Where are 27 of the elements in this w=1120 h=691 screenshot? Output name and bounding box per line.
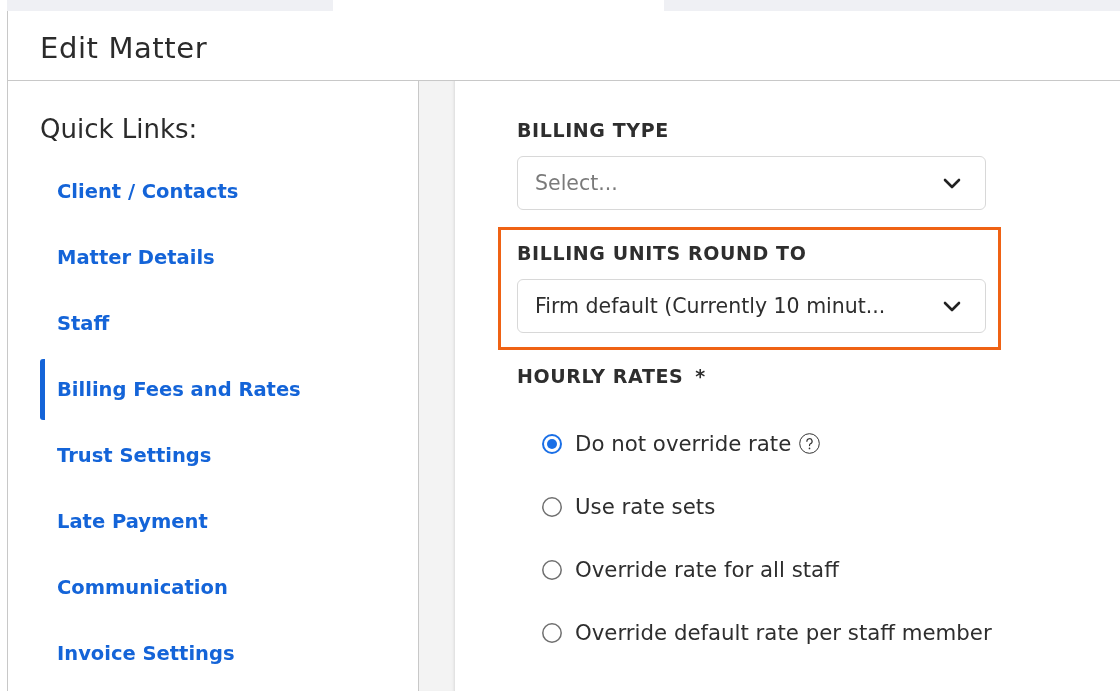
sidebar-heading: Quick Links: (40, 114, 198, 144)
select-field[interactable]: Firm default (Currently 10 minut... (517, 279, 986, 333)
chevron-down-icon (943, 177, 961, 189)
radio-button[interactable] (542, 433, 562, 454)
select-field[interactable]: Select... (517, 156, 986, 210)
radio-button[interactable] (542, 559, 562, 580)
sidebar-link[interactable]: Matter Details (40, 227, 215, 288)
radio-label[interactable]: Override default rate per staff member (575, 619, 992, 646)
sidebar-link[interactable]: Staff (40, 293, 110, 354)
radio-label[interactable]: Do not override rate (575, 430, 792, 457)
sidebar-link[interactable]: Communication (40, 557, 228, 618)
page-title: Edit Matter (40, 29, 208, 66)
radio-label[interactable]: Override rate for all staff (575, 556, 839, 583)
sidebar-link[interactable]: Client / Contacts (40, 161, 239, 222)
sidebar-link[interactable]: Invoice Settings (40, 623, 235, 684)
chevron-down-icon (943, 300, 961, 312)
radio-label[interactable]: Use rate sets (575, 493, 716, 520)
required-mark: * (695, 364, 706, 388)
sidebar-link[interactable]: Billing Fees and Rates (40, 359, 301, 420)
help-icon[interactable] (799, 433, 821, 454)
field-label: HOURLY RATES (517, 364, 684, 388)
sidebar-link[interactable]: Late Payment (40, 491, 208, 552)
field-label: BILLING TYPE (517, 118, 669, 142)
radio-button[interactable] (542, 622, 562, 643)
radio-button[interactable] (542, 496, 562, 517)
field-label: BILLING UNITS ROUND TO (517, 241, 807, 265)
sidebar-link[interactable]: Trust Settings (40, 425, 212, 486)
